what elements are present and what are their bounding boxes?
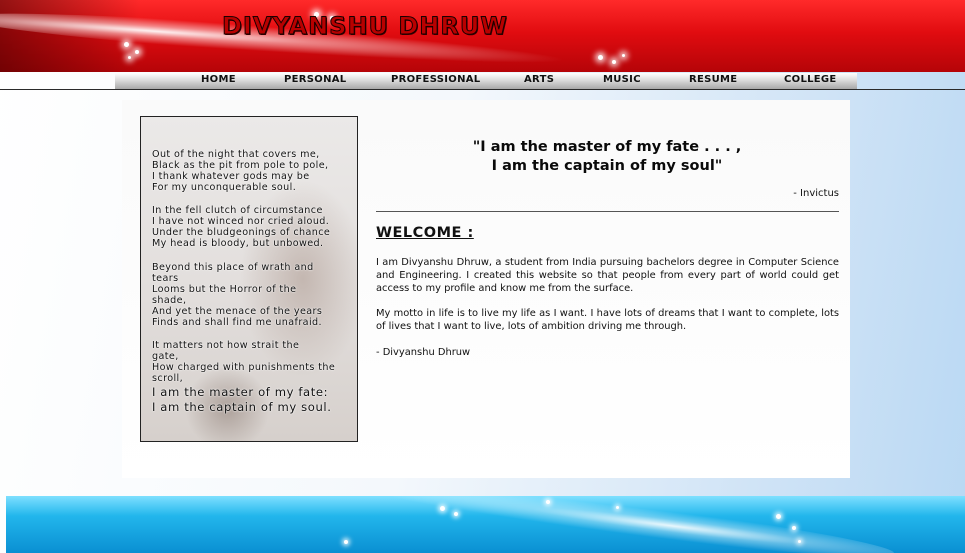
quote-attribution: - Invictus — [793, 188, 839, 199]
header-banner: DIVYANSHU DHRUW — [0, 0, 965, 72]
poem-line: In the fell clutch of circumstance — [152, 205, 323, 216]
nav-college[interactable]: COLLEGE — [784, 74, 837, 85]
sparkle-icon — [454, 512, 458, 516]
nav-arts[interactable]: ARTS — [524, 74, 554, 85]
poem-line: And yet the menace of the years — [152, 306, 323, 317]
nav-professional[interactable]: PROFESSIONAL — [391, 74, 480, 85]
sparkle-icon — [546, 500, 550, 504]
sparkle-icon — [798, 540, 801, 543]
sparkle-icon — [616, 506, 619, 509]
poem-line: I am the master of my fate: — [152, 385, 329, 399]
poem-line: I am the captain of my soul. — [152, 400, 332, 414]
intro-paragraph: I am Divyanshu Dhruw, a student from Ind… — [376, 257, 839, 294]
poem-line: I have not winced nor cried aloud. — [152, 216, 330, 227]
sparkle-icon — [124, 42, 129, 47]
poem-line: tears — [152, 273, 179, 284]
signature: - Divyanshu Dhruw — [376, 347, 471, 358]
poem-line: Looms but the Horror of the — [152, 284, 297, 295]
poem-line: shade, — [152, 295, 187, 306]
poem-line: gate, — [152, 351, 179, 362]
quote-line-1: "I am the master of my fate . . . , — [472, 139, 742, 155]
nav-home[interactable]: HOME — [201, 74, 236, 85]
sparkle-icon — [128, 56, 131, 59]
poem-line: Under the bludgeonings of chance — [152, 227, 331, 238]
nav-music[interactable]: MUSIC — [603, 74, 641, 85]
poem-image: Out of the night that covers me, Black a… — [140, 116, 358, 442]
sparkle-icon — [792, 526, 796, 530]
main-nav: HOME PERSONAL PROFESSIONAL ARTS MUSIC RE… — [115, 73, 857, 90]
quote-line-2: I am the captain of my soul" — [491, 158, 723, 174]
welcome-heading: WELCOME : — [376, 225, 474, 241]
footer-light-streak — [336, 496, 896, 553]
section-divider — [376, 211, 839, 212]
poem-line: scroll, — [152, 373, 184, 384]
poem-line: Beyond this place of wrath and — [152, 262, 314, 273]
poem-line: I thank whatever gods may be — [152, 171, 310, 182]
sparkle-icon — [776, 514, 781, 519]
poem-line: Finds and shall find me unafraid. — [152, 317, 322, 328]
poem-line: How charged with punishments the — [152, 362, 336, 373]
poem-line: Out of the night that covers me, — [152, 149, 320, 160]
sparkle-icon — [622, 54, 625, 57]
footer-banner — [6, 496, 965, 553]
nav-personal[interactable]: PERSONAL — [284, 74, 346, 85]
site-title: DIVYANSHU DHRUW — [222, 12, 508, 41]
nav-resume[interactable]: RESUME — [689, 74, 737, 85]
poem-line: Black as the pit from pole to pole, — [152, 160, 329, 171]
sparkle-icon — [135, 50, 139, 54]
poem-line: It matters not how strait the — [152, 340, 300, 351]
sparkle-icon — [598, 55, 603, 60]
sparkle-icon — [440, 506, 445, 511]
nav-divider — [0, 89, 965, 90]
sparkle-icon — [344, 540, 348, 544]
poem-line: For my unconquerable soul. — [152, 182, 297, 193]
poem-line: My head is bloody, but unbowed. — [152, 238, 324, 249]
motto-paragraph: My motto in life is to live my life as I… — [376, 308, 839, 332]
sparkle-icon — [612, 60, 616, 64]
